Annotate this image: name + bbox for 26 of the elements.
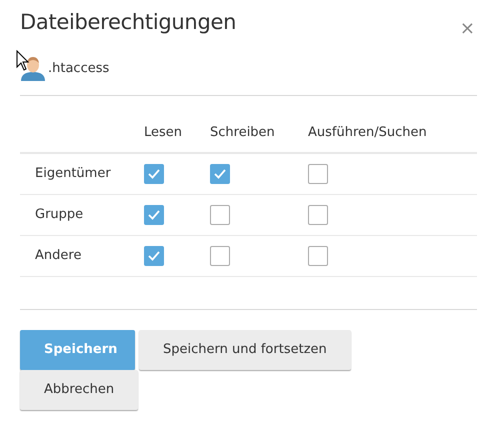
checkbox[interactable] (308, 246, 328, 266)
close-button[interactable]: × (458, 14, 477, 43)
column-header: Ausführen/Suchen (308, 124, 427, 140)
user-icon (20, 55, 46, 81)
checkmark-icon (213, 168, 227, 180)
column-header: Lesen (144, 124, 182, 140)
checkmark-icon (147, 208, 161, 220)
checkbox[interactable] (144, 204, 164, 224)
checkbox[interactable] (308, 164, 328, 184)
checkbox[interactable] (144, 164, 164, 184)
checkbox[interactable] (210, 164, 230, 184)
row-label: Gruppe (35, 207, 84, 222)
checkbox[interactable] (144, 246, 164, 266)
checkbox[interactable] (210, 204, 230, 224)
action-button[interactable]: Abbrechen (20, 370, 138, 410)
checkbox[interactable] (308, 204, 328, 224)
action-button[interactable]: Speichern und fortsetzen (139, 330, 351, 370)
row-label: Eigentümer (35, 166, 111, 182)
column-header: Schreiben (210, 124, 275, 140)
row-label: Andere (35, 248, 82, 263)
cursor-icon (16, 50, 30, 71)
checkbox[interactable] (210, 246, 230, 266)
dialog-title: Dateiberechtigungen (20, 10, 236, 34)
file-name: .htaccess (48, 60, 110, 76)
checkmark-icon (147, 250, 161, 262)
checkmark-icon (147, 168, 161, 180)
